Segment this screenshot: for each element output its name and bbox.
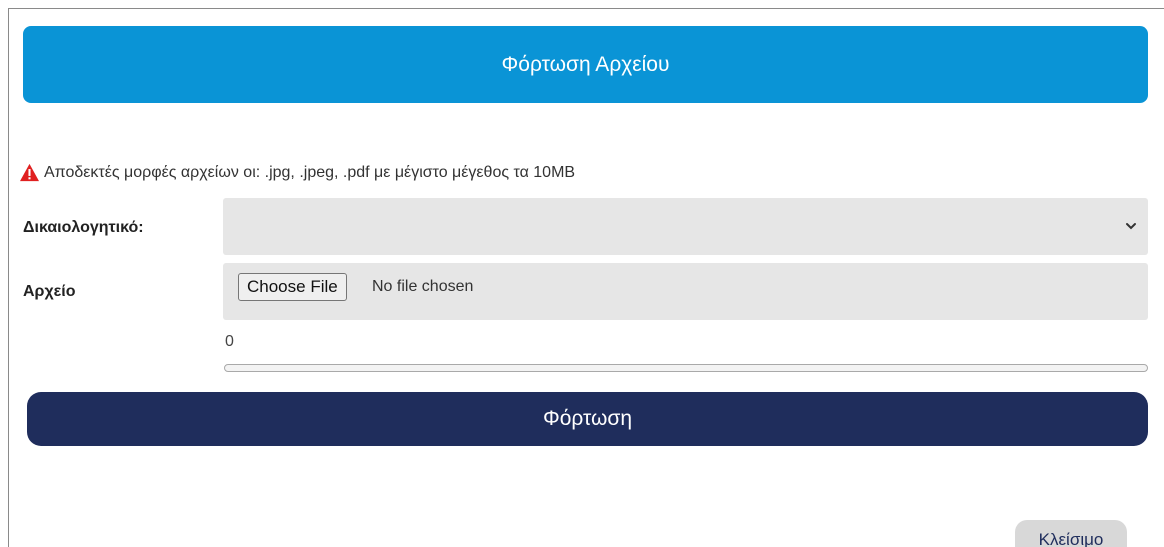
document-label: Δικαιολογητικό:: [23, 219, 144, 236]
progress-bar: [224, 364, 1148, 372]
file-label: Αρχείο: [23, 283, 76, 300]
modal-title: Φόρτωση Αρχείου: [501, 52, 670, 76]
upload-modal: Φόρτωση Αρχείου Αποδεκτές μορφές αρχείων…: [8, 8, 1164, 547]
choose-file-button[interactable]: Choose File: [238, 273, 347, 301]
progress-value: 0: [225, 333, 234, 350]
chevron-down-icon: [1126, 223, 1136, 230]
warning-icon: [20, 163, 39, 182]
file-status: No file chosen: [372, 278, 474, 295]
modal-header: Φόρτωση Αρχείου: [23, 26, 1148, 103]
notice-text: Αποδεκτές μορφές αρχείων οι: .jpg, .jpeg…: [44, 163, 576, 181]
upload-button[interactable]: Φόρτωση: [27, 392, 1148, 446]
document-select[interactable]: [223, 198, 1148, 255]
file-format-notice: Αποδεκτές μορφές αρχείων οι: .jpg, .jpeg…: [19, 163, 575, 182]
file-input: Choose File No file chosen: [223, 263, 1148, 320]
close-button[interactable]: Κλείσιμο: [1015, 520, 1127, 547]
